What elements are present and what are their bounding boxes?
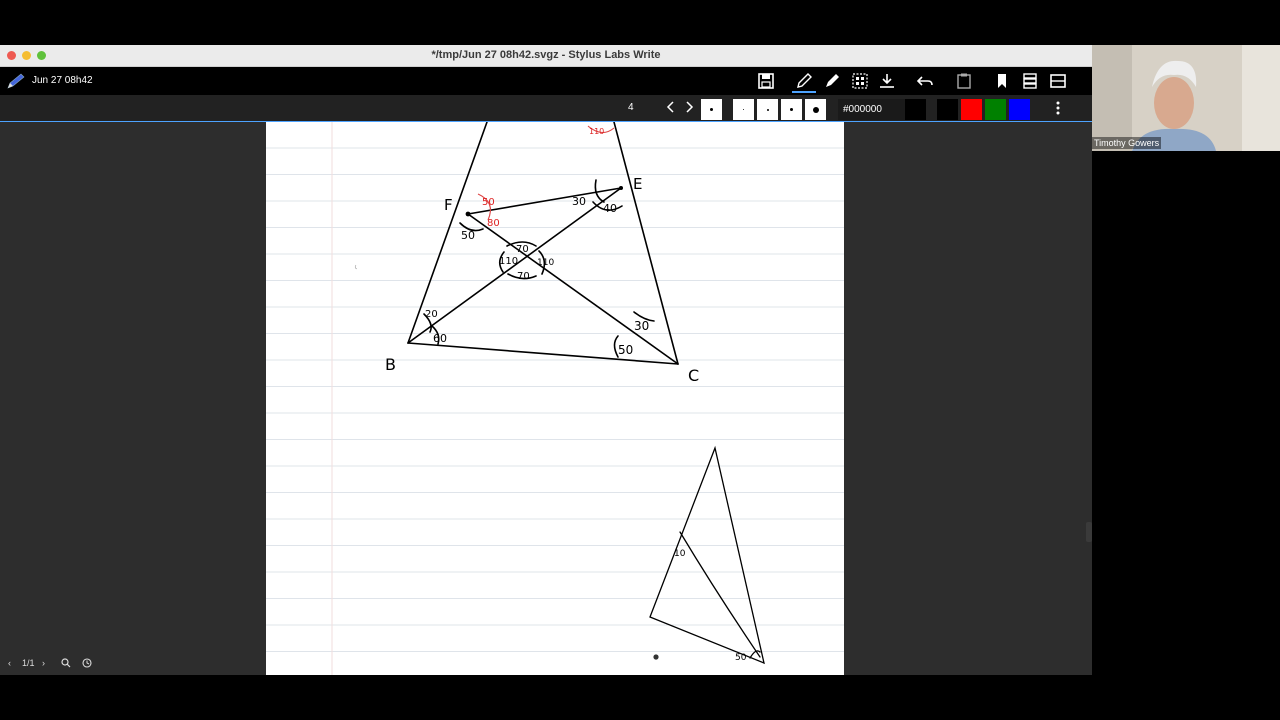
undo-icon[interactable] [916,72,934,90]
point-e [619,186,623,190]
pen-width-3[interactable] [781,99,802,120]
pen-icon[interactable] [795,72,813,90]
highlighter-icon[interactable] [823,72,841,90]
svg-text:60: 60 [433,332,447,345]
label-c: C [688,366,699,385]
current-color-swatch[interactable] [905,99,926,120]
pages-icon[interactable] [1021,72,1039,90]
main-toolbar: Jun 27 08h42 [0,67,1092,95]
svg-text:70: 70 [516,244,529,255]
page-count: 1/1 [22,658,35,668]
color-swatch-blue[interactable] [1009,99,1030,120]
pen-width-current[interactable] [701,99,722,120]
page-drawing[interactable]: F E B C 50 40 30 70 110 110 70 20 60 30 … [266,122,844,675]
next-page-icon[interactable]: › [42,658,45,668]
page-number-field[interactable]: 4 [622,99,668,117]
selection-icon[interactable] [851,72,869,90]
clock-icon[interactable] [82,658,92,668]
stray-mark [354,264,358,270]
svg-text:20: 20 [425,309,438,320]
webcam-video [1092,45,1280,151]
app-logo-icon [7,73,25,89]
status-bar: ‹ 1/1 › [4,657,96,671]
svg-text:30: 30 [634,319,649,333]
svg-text:110: 110 [499,256,518,267]
label-f: F [444,196,453,214]
svg-text:50: 50 [482,197,495,208]
angle-labels: 50 40 30 70 110 110 70 20 60 30 50 [425,195,649,357]
pen-cursor-dot [653,654,659,660]
svg-text:110: 110 [537,258,554,268]
svg-text:110: 110 [589,127,604,136]
document-title: Jun 27 08h42 [32,75,93,86]
side-panel-handle[interactable] [1086,522,1092,542]
color-hex-field[interactable]: #000000 [838,99,905,120]
title-bar: */tmp/Jun 27 08h42.svgz - Stylus Labs Wr… [0,45,1092,67]
second-triangle-angle-1: 10 [674,549,686,559]
point-f [465,211,471,217]
layout-icon[interactable] [1049,72,1067,90]
label-b: B [385,355,396,374]
svg-text:80: 80 [487,218,500,229]
ruled-lines [266,147,844,652]
participant-name: Timothy Gowers [1092,137,1162,149]
svg-text:30: 30 [572,195,586,208]
second-triangle [649,445,765,665]
red-arcs [477,125,615,221]
zoom-icon[interactable] [61,658,71,668]
ruled-page[interactable]: F E B C 50 40 30 70 110 110 70 20 60 30 … [266,122,844,675]
window-title: */tmp/Jun 27 08h42.svgz - Stylus Labs Wr… [431,49,661,61]
clipboard-icon[interactable] [955,72,973,90]
svg-text:50: 50 [461,229,475,242]
prev-page-icon[interactable]: ‹ [8,658,11,668]
bookmark-icon[interactable] [993,72,1011,90]
chevron-right-icon[interactable] [682,100,696,114]
more-options-icon[interactable] [1054,100,1062,116]
pen-width-1[interactable] [733,99,754,120]
label-e: E [633,175,642,193]
svg-text:50: 50 [618,343,633,357]
save-icon[interactable] [757,72,775,90]
svg-text:70: 70 [517,271,530,282]
webcam-overlay: Timothy Gowers [1092,45,1280,151]
second-triangle-angle-2: 50 [735,653,747,663]
color-swatch-green[interactable] [985,99,1006,120]
active-tool-indicator [792,91,816,93]
canvas-area[interactable]: F E B C 50 40 30 70 110 110 70 20 60 30 … [0,122,1092,675]
pen-width-4[interactable] [805,99,826,120]
pen-width-2[interactable] [757,99,778,120]
chevron-left-icon[interactable] [664,100,678,114]
app-window: */tmp/Jun 27 08h42.svgz - Stylus Labs Wr… [0,45,1092,675]
insert-space-icon[interactable] [878,72,896,90]
pen-toolbar: 4 #000000 [0,95,1092,121]
color-swatch-red[interactable] [961,99,982,120]
color-swatch-black[interactable] [937,99,958,120]
svg-text:40: 40 [603,202,617,215]
